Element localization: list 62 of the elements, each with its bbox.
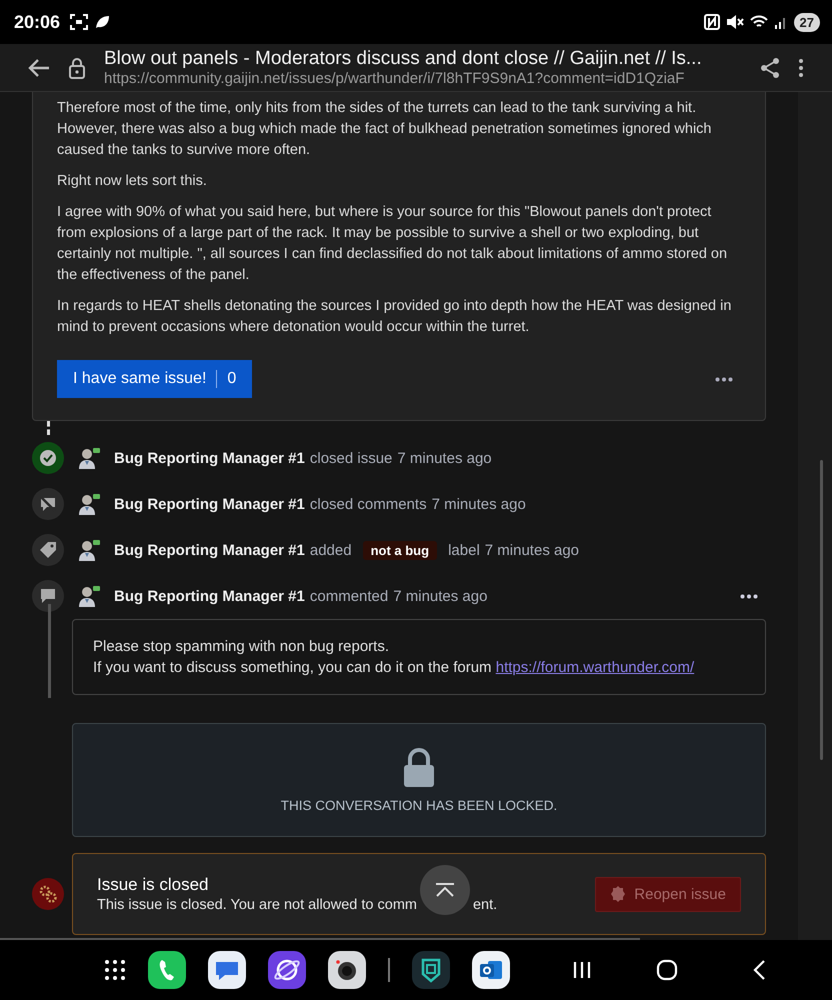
clock: 20:06 — [14, 12, 60, 32]
scroll-top-icon — [434, 883, 455, 897]
shield-app-icon[interactable] — [412, 951, 450, 989]
mail-app-icon[interactable] — [472, 951, 510, 989]
post-paragraph: In regards to HEAT shells detonating the sources I provided go into depth how the HEAT was designed in mind to prevent occasions where detonation would occur within the turret. — [57, 297, 732, 337]
recents-icon[interactable] — [572, 960, 592, 980]
issue-label[interactable]: not a bug — [362, 540, 438, 560]
event-time: 7 minutes ago — [484, 542, 580, 558]
notice-title: Issue is closed — [97, 875, 208, 895]
more-icon[interactable] — [798, 58, 804, 78]
notice-text: ent. — [472, 897, 498, 913]
phone-app-icon[interactable] — [148, 951, 186, 989]
back-icon[interactable] — [28, 58, 50, 78]
issue-count: 0 — [227, 370, 236, 388]
more-icon[interactable] — [740, 594, 758, 598]
share-icon[interactable] — [760, 56, 780, 78]
locked-message: THIS CONVERSATION HAS BEEN LOCKED. — [280, 798, 558, 812]
home-icon[interactable] — [656, 959, 678, 981]
author-name[interactable]: Bug Reporting Manager #1 — [114, 542, 305, 558]
alert-icon — [610, 886, 626, 902]
forum-link[interactable]: https://forum.warthunder.com/ — [496, 659, 694, 676]
comment-text: Please stop spamming with non bug reports. — [93, 637, 390, 657]
mute-icon — [726, 14, 744, 30]
screenshot-icon — [70, 14, 88, 30]
avatar-icon — [78, 493, 100, 515]
author-name[interactable]: Bug Reporting Manager #1 — [114, 450, 305, 466]
same-issue-button[interactable]: I have same issue! 0 — [57, 360, 252, 398]
post-paragraph: I agree with 90% of what you said here, but where is your source for this "Blowout panels don't protect from explosions of a large part of the rack. It may be possible to survive a shell or two exploding, but certainly not multiple. ", all sources I can find declassified do not talk about limitations of ammo stored on the effectiveness of the panel. — [57, 203, 728, 285]
avatar-icon — [78, 539, 100, 561]
scrollbar-thumb[interactable] — [820, 460, 823, 760]
lock-icon[interactable] — [68, 56, 86, 78]
messages-app-icon[interactable] — [208, 951, 246, 989]
post-paragraph: Therefore most of the time, only hits from the sides of the turrets can lead to the tank surviving a hit. However, there was also a bug which made the fact of bulkhead penetration sometimes ignored which caused the tanks to survive more often. — [57, 99, 712, 160]
author-name[interactable]: Bug Reporting Manager #1 — [114, 588, 305, 604]
leaf-icon — [94, 14, 110, 30]
event-action: added — [310, 542, 352, 558]
closed-event-icon — [32, 442, 64, 474]
event-time: 7 minutes ago — [432, 496, 526, 512]
avatar-icon — [78, 585, 100, 607]
comment-event-icon — [32, 580, 64, 612]
avatar-icon — [78, 447, 100, 469]
notice-text: This issue is closed. You are not allowed to comm — [97, 897, 417, 913]
label-event-icon — [32, 534, 64, 566]
url-text[interactable]: https://community.gaijin.net/issues/p/warthunder/i/7l8hTF9S9nA1?comment=idD1QziaF — [104, 70, 742, 87]
apps-icon[interactable] — [104, 959, 126, 981]
gears-icon — [32, 878, 64, 910]
event-action: label — [448, 542, 480, 558]
nfc-icon — [704, 14, 720, 30]
battery-level: 27 — [794, 12, 820, 32]
lock-icon — [403, 748, 435, 788]
event-action: closed comments — [310, 496, 427, 512]
page-title: Blow out panels - Moderators discuss and dont close // Gaijin.net // Is... — [104, 48, 703, 70]
browser-app-icon[interactable] — [268, 951, 306, 989]
event-action: commented — [310, 588, 388, 604]
event-time: 7 minutes ago — [393, 588, 488, 604]
camera-app-icon[interactable] — [328, 951, 366, 989]
author-name[interactable]: Bug Reporting Manager #1 — [114, 496, 305, 512]
more-icon[interactable] — [715, 376, 733, 382]
event-time: 7 minutes ago — [397, 450, 492, 466]
comment-text: If you want to discuss something, you can do it on the forum — [93, 659, 492, 676]
event-action: closed issue — [310, 450, 392, 466]
post-paragraph: Right now lets sort this. — [57, 172, 208, 191]
